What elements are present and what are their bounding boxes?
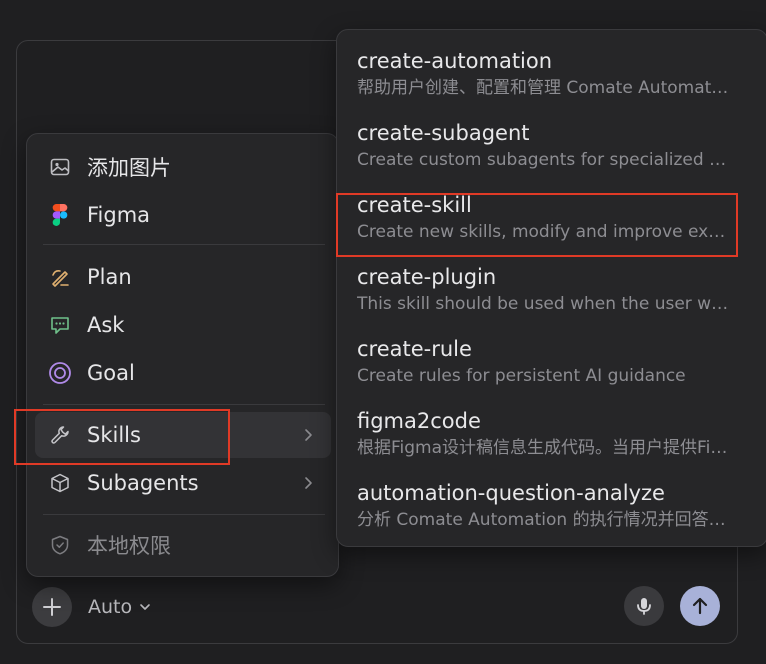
microphone-icon	[637, 598, 651, 615]
menu-item-figma[interactable]: Figma	[35, 192, 331, 238]
skill-item-create-subagent[interactable]: create-subagent Create custom subagents …	[357, 119, 729, 172]
skill-name: create-subagent	[357, 121, 530, 145]
skill-item-create-automation[interactable]: create-automation 帮助用户创建、配置和管理 Comate Au…	[357, 47, 729, 100]
shield-icon	[47, 532, 73, 558]
menu-item-ask[interactable]: Ask	[35, 302, 331, 348]
mode-select-label: Auto	[88, 596, 133, 618]
chevron-down-icon	[140, 604, 150, 610]
menu-item-label: Plan	[87, 265, 132, 289]
menu-item-label: Goal	[87, 361, 135, 385]
menu-item-label: Figma	[87, 203, 151, 227]
menu-item-local-permissions[interactable]: 本地权限	[35, 522, 331, 568]
skill-name: create-skill	[357, 193, 472, 217]
skills-submenu: create-automation 帮助用户创建、配置和管理 Comate Au…	[336, 29, 766, 547]
skill-name: automation-question-analyze	[357, 481, 665, 505]
chat-icon	[47, 312, 73, 338]
menu-item-label: Ask	[87, 313, 125, 337]
menu-item-label: 添加图片	[87, 156, 171, 180]
skill-description: Create custom subagents for specialized …	[357, 150, 729, 170]
menu-divider	[43, 404, 325, 405]
skill-item-create-skill[interactable]: create-skill Create new skills, modify a…	[357, 191, 729, 244]
menu-item-label: 本地权限	[87, 534, 171, 558]
skill-description: This skill should be used when the user …	[357, 294, 729, 314]
menu-item-subagents[interactable]: Subagents	[35, 460, 331, 506]
skill-name: create-rule	[357, 337, 472, 361]
add-button[interactable]	[32, 587, 72, 627]
menu-item-skills[interactable]: Skills	[35, 412, 331, 458]
skill-description: 根据Figma设计稿信息生成代码。当用户提供Figma链接时使用	[357, 438, 729, 458]
menu-item-label: Skills	[87, 423, 141, 447]
menu-divider	[43, 514, 325, 515]
attachment-menu: 添加图片 Figma Plan Ask Goal Skills Subagent…	[26, 133, 339, 577]
send-button[interactable]	[680, 586, 720, 626]
skill-description: Create new skills, modify and improve ex…	[357, 222, 729, 242]
menu-item-add-image[interactable]: 添加图片	[35, 144, 331, 190]
wrench-icon	[47, 422, 73, 448]
skill-name: create-plugin	[357, 265, 497, 289]
target-icon	[47, 360, 73, 386]
microphone-button[interactable]	[624, 586, 664, 626]
skill-description: Create rules for persistent AI guidance	[357, 366, 686, 386]
menu-divider	[43, 244, 325, 245]
image-icon	[47, 154, 73, 180]
menu-item-goal[interactable]: Goal	[35, 350, 331, 396]
skill-item-automation-question-analyze[interactable]: automation-question-analyze 分析 Comate Au…	[357, 479, 729, 532]
chevron-right-icon	[297, 424, 319, 446]
mode-select[interactable]: Auto	[88, 592, 152, 622]
menu-item-label: Subagents	[87, 471, 199, 495]
arrow-up-icon	[692, 597, 708, 615]
skill-item-figma2code[interactable]: figma2code 根据Figma设计稿信息生成代码。当用户提供Figma链接…	[357, 407, 729, 460]
skill-item-create-rule[interactable]: create-rule Create rules for persistent …	[357, 335, 729, 388]
figma-icon	[47, 202, 73, 228]
plus-icon	[43, 598, 61, 616]
skill-description: 分析 Comate Automation 的执行情况并回答问题	[357, 510, 729, 530]
cube-icon	[47, 470, 73, 496]
menu-item-plan[interactable]: Plan	[35, 254, 331, 300]
skill-name: create-automation	[357, 49, 553, 73]
plan-icon	[47, 264, 73, 290]
skill-name: figma2code	[357, 409, 481, 433]
chevron-right-icon	[297, 472, 319, 494]
skill-item-create-plugin[interactable]: create-plugin This skill should be used …	[357, 263, 729, 316]
skill-description: 帮助用户创建、配置和管理 Comate Automation	[357, 78, 729, 98]
